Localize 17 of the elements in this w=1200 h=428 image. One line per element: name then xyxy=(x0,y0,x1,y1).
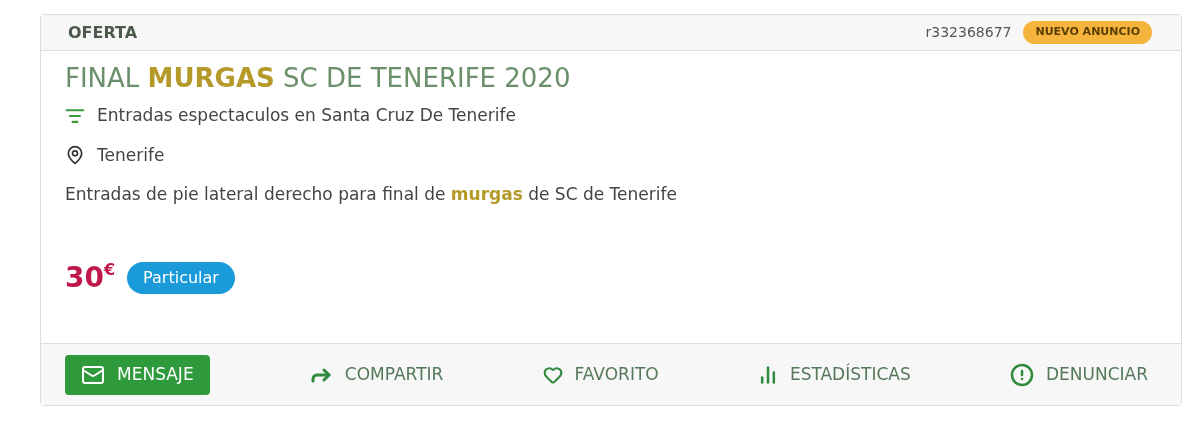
action-link[interactable]: FAVORITO xyxy=(542,354,659,395)
location-pin-icon xyxy=(65,145,85,166)
seller-type-tag: Particular xyxy=(127,261,235,294)
action-link[interactable]: DENUNCIAR xyxy=(1009,354,1148,395)
message-button[interactable]: MENSAJE xyxy=(65,354,210,395)
heart-icon xyxy=(542,364,563,385)
listing-type: OFERTA xyxy=(68,21,138,44)
reference-number: r332368677 xyxy=(925,23,1012,42)
alert-icon xyxy=(1009,362,1034,387)
listing-title[interactable]: FINAL MURGAS SC DE TENERIFE 2020 xyxy=(65,61,1181,95)
category-text: Entradas espectaculos en Santa Cruz De Tenerife xyxy=(97,104,516,127)
description-text: Entradas de pie lateral derecho para final de murgas de SC de Tenerife xyxy=(65,183,678,206)
action-link[interactable]: COMPARTIR xyxy=(308,354,444,395)
action-link[interactable]: ESTADÍSTICAS xyxy=(757,354,911,395)
location-text: Tenerife xyxy=(97,143,165,167)
new-listing-badge: NUEVO ANUNCIO xyxy=(1023,21,1152,44)
price: 30€ xyxy=(65,259,116,296)
